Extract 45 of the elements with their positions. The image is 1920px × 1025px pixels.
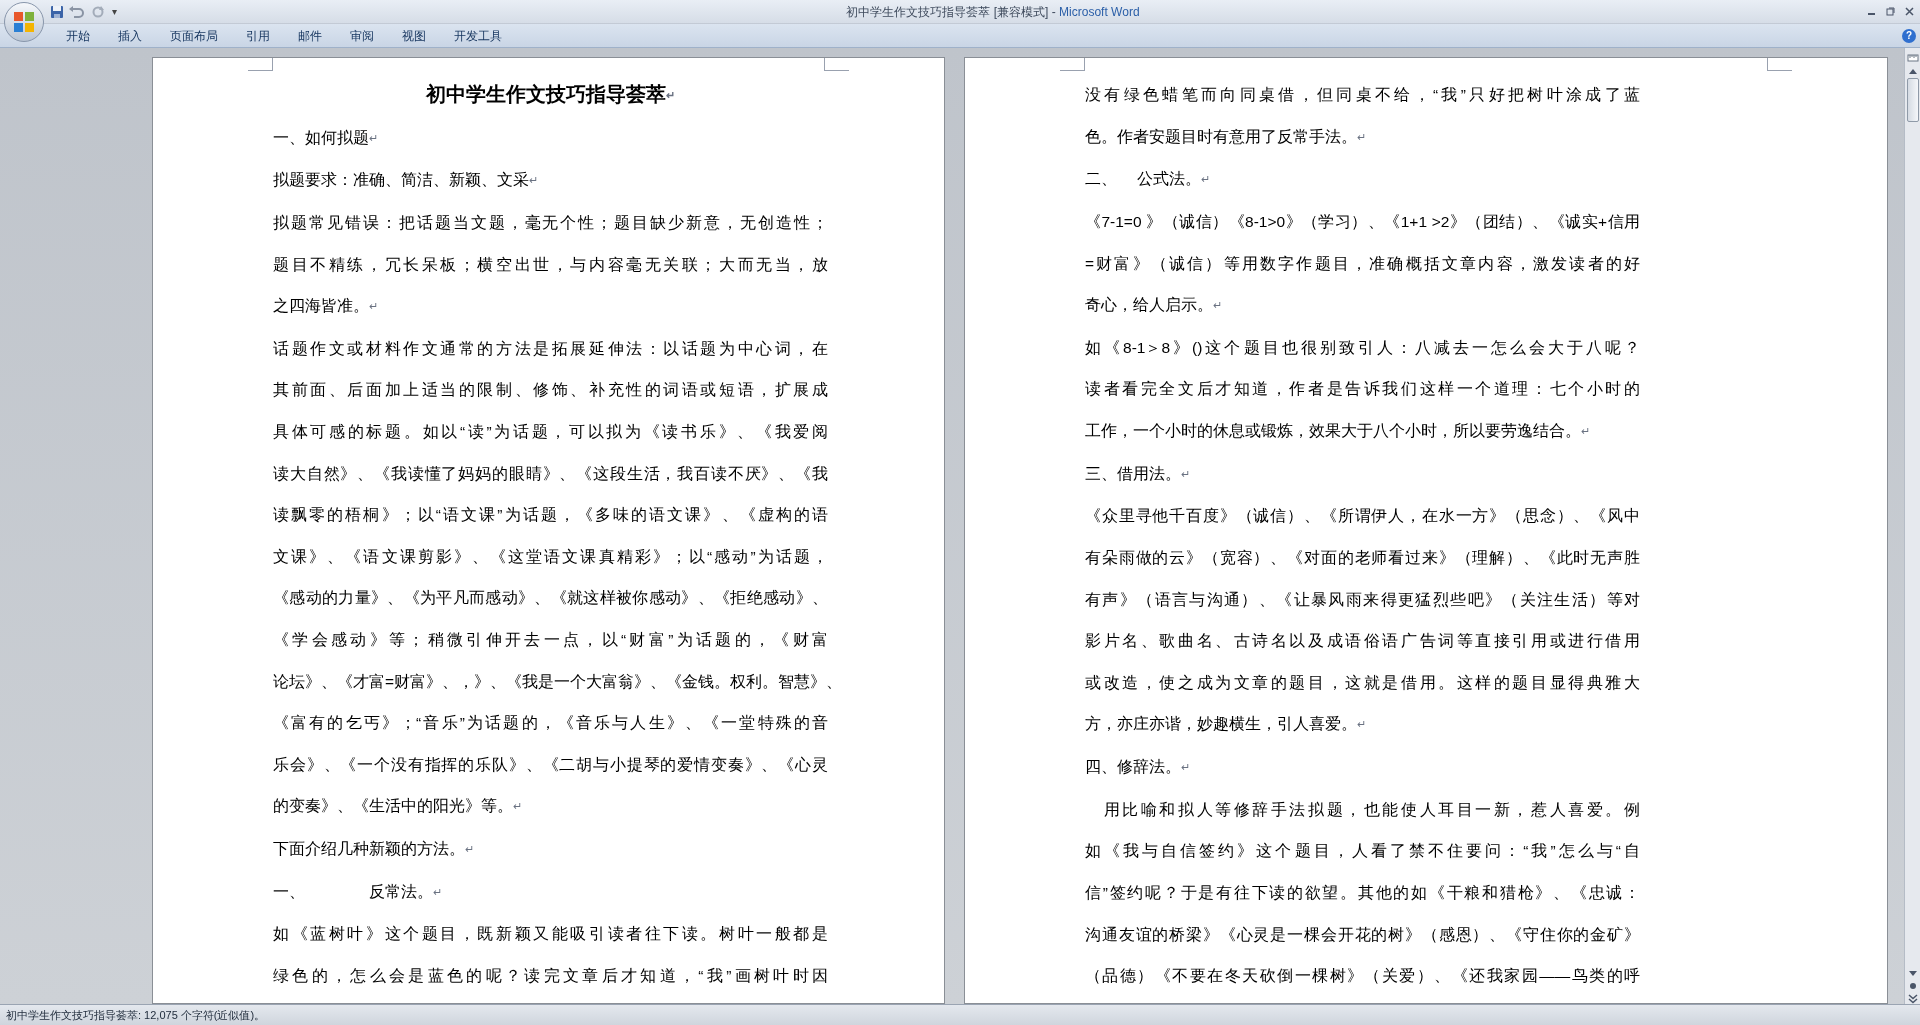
restore-icon[interactable] [1886, 7, 1895, 16]
ribbon-tab[interactable]: 引用 [232, 24, 284, 47]
document-paragraph: 用比喻和拟人等修辞手法拟题，也能使人耳目一新，惹人喜爱。例 如《我与自信签约》这个题目，人看了禁不住要问：“我”怎么与“自 信”签约呢？于是有往下读的欲望。其他的如《干粮和猎枪》、《忠诚： 沟通友谊的桥梁》《心灵是一棵会开花的树》（感恩）、《守住你的金矿》 （品德）《不要在冬天砍倒一棵树》（关爱）、《还我家园——鸟类的呼 [1085, 799, 1640, 987]
ruler-toggle-icon [1906, 52, 1919, 64]
word-count-status: 初中学生作文技巧指导荟萃: 12,075 个字符(近似值)。 [6, 1007, 266, 1023]
document-paragraph: 二、 公式法。↵ [1085, 169, 1212, 190]
document-paragraph: 拟题常见错误：把话题当文题，毫无个性；题目缺少新意，无创造性； 题目不精练，冗长呆板；横空出世，与内容毫无关联；大而无当，放 之四海皆准。↵ [273, 212, 828, 317]
close-icon[interactable] [1905, 7, 1914, 16]
document-paragraph: 拟题要求：准确、简洁、新颖、文采↵ [273, 170, 539, 191]
scrollbar-thumb[interactable] [1906, 78, 1919, 122]
office-button[interactable] [4, 2, 44, 42]
ribbon-tab[interactable]: 开始 [52, 24, 104, 47]
next-page-icon [1907, 994, 1918, 1004]
customize-toolbar-button[interactable]: ▾ [110, 4, 119, 19]
window-title: 初中学生作文技巧指导荟萃 [兼容模式] - Microsoft Word [846, 3, 1140, 21]
document-paragraph: 如《8-1＞8》()这个题目也很别致引人：八减去一怎么会大于八呢？ 读者看完全文后才知道，作者是告诉我们这样一个道理：七个小时的 工作，一个小时的休息或锻炼，效果大于八个小时，所以要劳逸结合。↵ [1085, 337, 1640, 442]
document-paragraph: 《众里寻他千百度》（诚信）、《所谓伊人，在水一方》（思念）、《风中 有朵雨做的云》（宽容）、《对面的老师看过来》（理解）、《此时无声胜 有声》（语言与沟通）、《让暴风雨来得更猛烈些吧》（关注生活）等对 影片名、歌曲名、古诗名以及成语俗语广告词等直接引用或进行借用 或改造，使之成为文章的题目，这就是借用。这样的题目显得典雅大 方，亦庄亦谐，妙趣横生，引人喜爱。↵ [1085, 506, 1640, 735]
ribbon-tab[interactable]: 插入 [104, 24, 156, 47]
document-paragraph: 一、如何拟题↵ [273, 127, 379, 148]
scroll-up-icon [1907, 67, 1918, 75]
ribbon-tab[interactable]: 审阅 [336, 24, 388, 47]
help-button[interactable]: ? [1902, 28, 1916, 43]
margin-corner-mark [248, 58, 273, 71]
document-paragraph: 没有绿色蜡笔而向同桌借，但同桌不给，“我”只好把树叶涂成了蓝 色。作者安题目时有意用了反常手法。↵ [1085, 85, 1640, 147]
margin-corner-mark [1767, 58, 1792, 71]
office-logo-icon [12, 10, 36, 34]
document-title: 初中学生作文技巧指导荟萃↵ [425, 82, 676, 107]
undo-icon[interactable] [68, 4, 86, 19]
ribbon-tab[interactable]: 邮件 [284, 24, 336, 47]
scroll-down-icon [1907, 970, 1918, 978]
ribbon-tab[interactable]: 页面布局 [156, 24, 232, 47]
document-paragraph: 《7-1=0 》（诚信）《8-1>0》（学习）、《1+1 >2》（团结）、《诚实+信用 =财富》（诚信）等用数字作题目，准确概括文章内容，激发读者的好 奇心，给人启示。↵ [1085, 212, 1640, 316]
margin-corner-mark [824, 58, 849, 71]
document-paragraph: 三、借用法。↵ [1085, 463, 1191, 484]
browse-object-icon [1907, 981, 1918, 991]
save-icon[interactable] [50, 4, 64, 19]
document-paragraph: 一、 反常法。↵ [273, 881, 443, 902]
document-paragraph: 四、修辞法。↵ [1085, 757, 1191, 778]
document-paragraph: 如《蓝树叶》这个题目，既新颖又能吸引读者往下读。树叶一般都是 绿色的，怎么会是蓝色的呢？读完文章后才知道，“我”画树叶时因 [273, 924, 828, 987]
ribbon-tab[interactable]: 开发工具 [440, 24, 516, 47]
ribbon-tab[interactable]: 视图 [388, 24, 440, 47]
document-paragraph: 下面介绍几种新颖的方法。↵ [273, 839, 475, 860]
redo-icon[interactable] [90, 4, 106, 19]
vertical-scrollbar[interactable] [1904, 48, 1920, 1004]
margin-corner-mark [1060, 58, 1085, 71]
